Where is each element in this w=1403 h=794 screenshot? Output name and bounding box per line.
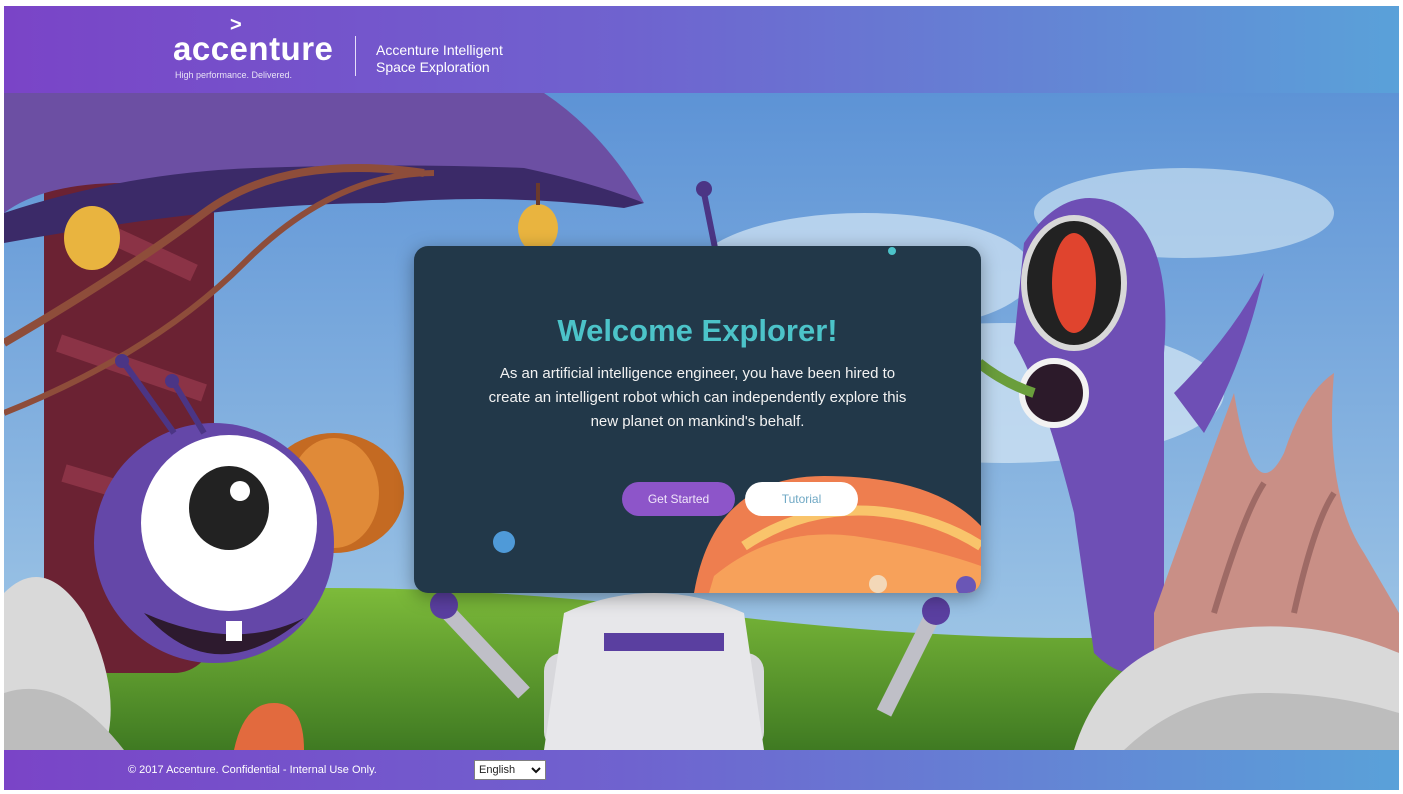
copyright-notice: © 2017 Accenture. Confidential - Interna… [128,764,377,776]
welcome-dialog: Welcome Explorer! As an artificial intel… [414,246,981,593]
app-title-line-2: Space Exploration [376,59,490,75]
creature-eye [189,466,269,550]
app-frame: > accenture High performance. Delivered.… [4,6,1399,790]
hanging-fruit [518,204,558,252]
app-title-line-1: Accenture Intelligent [376,42,503,58]
welcome-title: Welcome Explorer! [557,313,838,348]
footer-bar: © 2017 Accenture. Confidential - Interna… [4,750,1399,790]
logo-tagline: High performance. Delivered. [175,70,293,80]
tutorial-button[interactable]: Tutorial [745,482,858,516]
app-title: Accenture Intelligent Space Exploration [376,42,503,76]
language-selected: English [479,764,516,776]
accenture-logo: accenture [173,30,334,67]
get-started-button[interactable]: Get Started [622,482,735,516]
teal-dot-decoration [888,247,896,255]
blue-dot-decoration [493,531,515,553]
header-divider [355,36,356,76]
language-select[interactable]: English [474,760,546,780]
hanging-fruit [64,206,120,270]
chevron-down-icon [531,767,541,774]
header-bar: > accenture High performance. Delivered.… [4,6,1399,93]
welcome-message: As an artificial intelligence engineer, … [488,365,907,430]
